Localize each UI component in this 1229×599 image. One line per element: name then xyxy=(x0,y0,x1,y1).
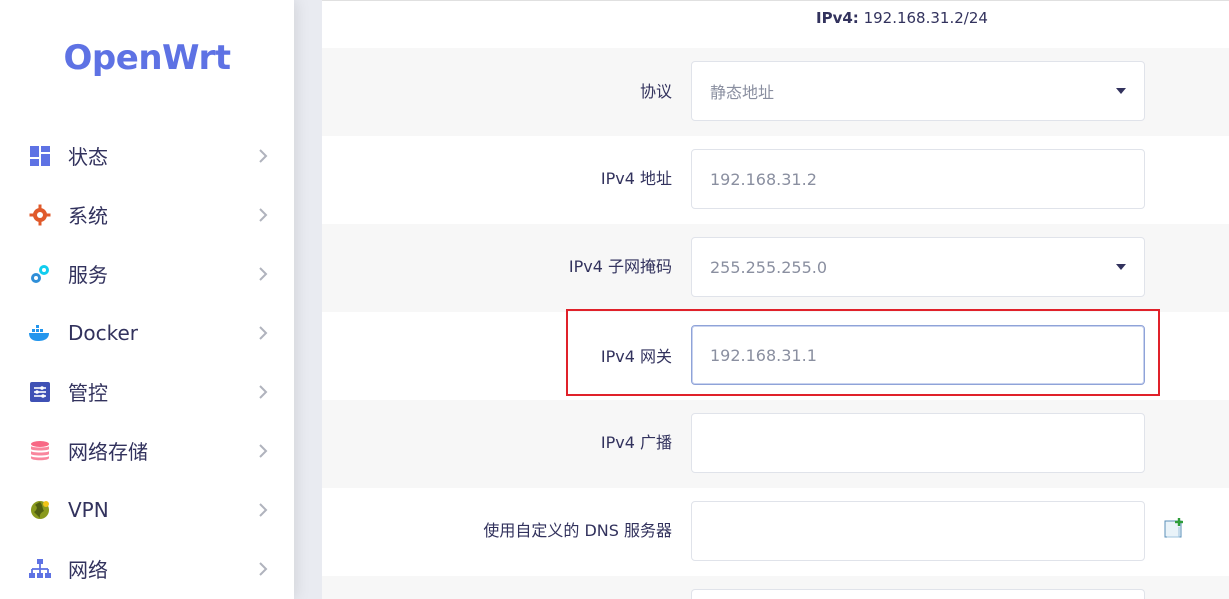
sidebar-item-label: VPN xyxy=(68,497,109,522)
sidebar-item-label: 管控 xyxy=(68,381,108,405)
services-icon xyxy=(28,262,52,286)
ipv4-address-input[interactable]: 192.168.31.2 xyxy=(691,149,1145,209)
sliders-icon xyxy=(28,380,52,404)
interface-settings-panel: IPv4: 192.168.31.2/24 协议 静态地址 IPv4 地址 19… xyxy=(322,0,1229,599)
network-icon xyxy=(28,557,52,581)
caret-down-icon xyxy=(1116,88,1126,94)
protocol-value: 静态地址 xyxy=(710,83,775,102)
custom-dns-input[interactable] xyxy=(691,501,1145,561)
database-icon xyxy=(28,439,52,463)
chevron-right-icon xyxy=(256,325,270,340)
protocol-select[interactable]: 静态地址 xyxy=(691,61,1145,121)
ipv4-gateway-value: 192.168.31.1 xyxy=(710,345,817,365)
sidebar-item-label: 服务 xyxy=(68,263,108,287)
chevron-right-icon xyxy=(256,148,270,163)
sidebar: OpenWrt 状态 系统 服务 Docker 管控 网络存储 VPN 网络 xyxy=(0,0,294,599)
sidebar-nav: 状态 系统 服务 Docker 管控 网络存储 VPN 网络 xyxy=(0,126,294,598)
chevron-right-icon xyxy=(256,502,270,517)
ipv4-netmask-row: IPv4 子网掩码 255.255.255.0 xyxy=(322,224,1229,312)
dashboard-icon xyxy=(28,144,52,168)
sidebar-item-system[interactable]: 系统 xyxy=(0,185,294,244)
ipv4-netmask-select[interactable]: 255.255.255.0 xyxy=(691,237,1145,297)
chevron-right-icon xyxy=(256,443,270,458)
add-dns-entry-icon[interactable] xyxy=(1163,517,1185,539)
sidebar-item-label: Docker xyxy=(68,320,139,345)
globe-icon xyxy=(28,498,52,522)
chevron-right-icon xyxy=(256,384,270,399)
ipv4-netmask-label: IPv4 子网掩码 xyxy=(568,257,672,276)
protocol-label: 协议 xyxy=(639,82,672,101)
ipv4-status-label: IPv4: xyxy=(816,9,859,27)
ipv4-gateway-row: IPv4 网关 192.168.31.1 xyxy=(322,312,1229,400)
ipv4-broadcast-input[interactable] xyxy=(691,413,1145,473)
sidebar-item-services[interactable]: 服务 xyxy=(0,244,294,303)
ipv4-gateway-input[interactable]: 192.168.31.1 xyxy=(691,325,1145,385)
next-row xyxy=(322,576,1229,599)
chevron-right-icon xyxy=(256,207,270,222)
ipv4-status-text: IPv4: 192.168.31.2/24 xyxy=(816,9,988,27)
docker-icon xyxy=(28,321,52,345)
sidebar-item-label: 系统 xyxy=(68,204,108,228)
custom-dns-label: 使用自定义的 DNS 服务器 xyxy=(483,521,672,540)
chevron-right-icon xyxy=(256,561,270,576)
sidebar-item-storage[interactable]: 网络存储 xyxy=(0,421,294,480)
ipv4-address-value: 192.168.31.2 xyxy=(710,169,817,189)
sidebar-item-network[interactable]: 网络 xyxy=(0,539,294,598)
ipv4-address-row: IPv4 地址 192.168.31.2 xyxy=(322,136,1229,224)
sidebar-item-status[interactable]: 状态 xyxy=(0,126,294,185)
ipv4-address-label: IPv4 地址 xyxy=(600,169,672,188)
ipv4-netmask-value: 255.255.255.0 xyxy=(710,257,828,277)
sidebar-item-control[interactable]: 管控 xyxy=(0,362,294,421)
ipv4-status: IPv4: 192.168.31.2/24 xyxy=(322,0,1229,48)
custom-dns-row: 使用自定义的 DNS 服务器 xyxy=(322,488,1229,576)
ipv4-gateway-label: IPv4 网关 xyxy=(600,347,672,366)
protocol-row: 协议 静态地址 xyxy=(322,48,1229,136)
sidebar-item-label: 网络存储 xyxy=(68,440,148,464)
next-row-input[interactable] xyxy=(691,589,1145,599)
sidebar-item-docker[interactable]: Docker xyxy=(0,303,294,362)
ipv4-broadcast-label: IPv4 广播 xyxy=(600,433,672,452)
ipv4-status-value: 192.168.31.2/24 xyxy=(858,9,988,27)
sidebar-item-vpn[interactable]: VPN xyxy=(0,480,294,539)
caret-down-icon xyxy=(1116,264,1126,270)
openwrt-logo[interactable]: OpenWrt xyxy=(0,38,294,78)
ipv4-broadcast-row: IPv4 广播 xyxy=(322,400,1229,488)
app-window: OpenWrt 状态 系统 服务 Docker 管控 网络存储 VPN 网络 I… xyxy=(0,0,1229,599)
gear-icon xyxy=(28,203,52,227)
content-gutter xyxy=(294,0,322,599)
chevron-right-icon xyxy=(256,266,270,281)
sidebar-item-label: 网络 xyxy=(68,558,108,582)
sidebar-item-label: 状态 xyxy=(68,145,108,169)
